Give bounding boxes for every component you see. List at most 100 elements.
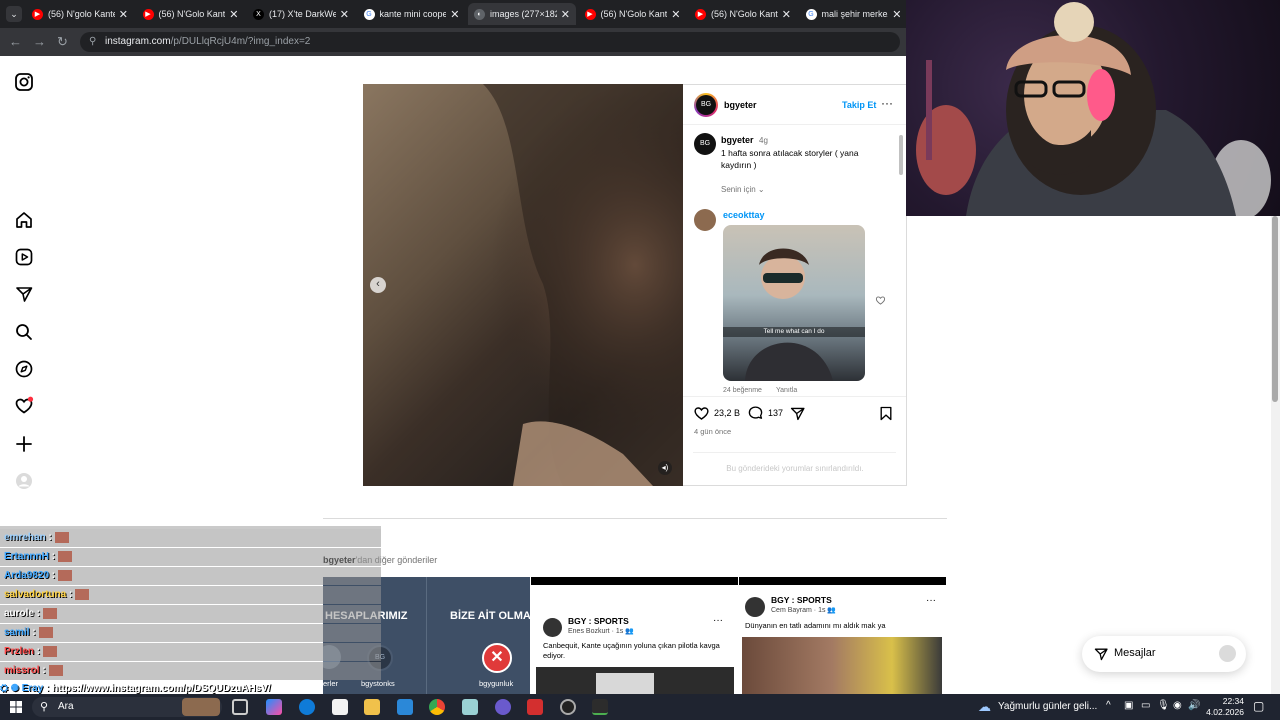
- explore-icon[interactable]: [14, 359, 34, 379]
- taskbar-time: 22:34: [1222, 696, 1244, 706]
- comment-icon[interactable]: [747, 405, 764, 422]
- forward-button[interactable]: →: [33, 34, 46, 50]
- audio-toggle-icon[interactable]: ◂): [658, 461, 672, 475]
- tile2-meta: Enes Bozkurt · 1s 👥: [568, 628, 634, 635]
- edge-icon[interactable]: [299, 699, 315, 715]
- share-icon[interactable]: [789, 405, 806, 422]
- search-icon[interactable]: [14, 322, 34, 342]
- more-options-icon[interactable]: ···: [881, 96, 893, 110]
- chat-emote-icon: [43, 645, 58, 657]
- comment-likes[interactable]: 24 beğenme: [723, 387, 762, 394]
- browser-tab-bar: ⌄ ▶ (56) N'golo Kante ✕ ▶ (56) N'Golo Kante ✕…: [0, 0, 906, 28]
- tile2-author: Enes Bozkurt: [568, 628, 610, 635]
- author-username[interactable]: bgyeter: [724, 100, 757, 110]
- close-tab-icon[interactable]: ✕: [671, 8, 680, 21]
- terminal-icon[interactable]: [592, 699, 608, 715]
- browser-tab[interactable]: ▶ (56) N'Golo Kante ✕: [137, 3, 245, 25]
- page-scrollbar-thumb[interactable]: [1272, 216, 1278, 402]
- task-view-icon[interactable]: [232, 699, 248, 715]
- comments-count[interactable]: 137: [768, 408, 783, 418]
- author-avatar[interactable]: BG: [694, 93, 718, 117]
- close-tab-icon[interactable]: ✕: [561, 8, 570, 21]
- profile-avatar-icon[interactable]: [14, 471, 34, 491]
- direct-messages-icon[interactable]: [14, 284, 34, 304]
- more-post-tile-2[interactable]: BGY : SPORTS Enes Bozkurt · 1s 👥 ··· Can…: [531, 577, 738, 694]
- address-bar[interactable]: ⚲ instagram.com/p/DULlqRcjU4m/?img_index…: [80, 32, 900, 52]
- post-image-carousel[interactable]: ‹ ◂): [363, 84, 683, 486]
- browser-tab[interactable]: ▶ (56) N'golo Kante ✕: [26, 3, 134, 25]
- copilot-icon[interactable]: [266, 699, 282, 715]
- browser-tab[interactable]: ▶ (56) N'Golo Kante ✕: [579, 3, 687, 25]
- chat-emote-icon: [48, 664, 63, 676]
- commenter-avatar[interactable]: [694, 209, 716, 231]
- weather-icon[interactable]: ☁: [978, 699, 991, 715]
- chat-username: samil: [4, 627, 30, 638]
- chrome-icon[interactable]: [429, 699, 445, 715]
- close-tab-icon[interactable]: ✕: [340, 8, 349, 21]
- browser-tab-title: (56) N'Golo Kante: [600, 9, 668, 19]
- close-tab-icon[interactable]: ✕: [229, 8, 238, 21]
- messages-button[interactable]: Mesajlar: [1082, 636, 1246, 672]
- messages-label: Mesajlar: [1114, 647, 1156, 659]
- chat-separator: :: [66, 589, 73, 600]
- reply-button[interactable]: Yanıtla: [776, 387, 797, 394]
- create-plus-icon[interactable]: [14, 434, 34, 454]
- browser-tab[interactable]: X (17) X'te DarkWe ✕: [247, 3, 355, 25]
- messages-avatar: [1219, 645, 1236, 662]
- browser-tab[interactable]: Gkante mini coope ✕: [358, 3, 466, 25]
- taskbar-clock[interactable]: 22:34 4.02.2026: [1200, 696, 1244, 718]
- chat-separator: :: [45, 532, 52, 543]
- reels-icon[interactable]: [14, 247, 34, 267]
- close-tab-icon[interactable]: ✕: [119, 8, 128, 21]
- chat-message: missrol :: [0, 662, 381, 680]
- caption-username[interactable]: bgyeter: [721, 135, 754, 145]
- notepad-icon[interactable]: [462, 699, 478, 715]
- store-icon[interactable]: [332, 699, 348, 715]
- chat-emote-icon: [58, 550, 73, 562]
- close-tab-icon[interactable]: ✕: [450, 8, 459, 21]
- instagram-logo-icon[interactable]: [14, 72, 34, 92]
- clock-app-icon[interactable]: [560, 699, 576, 715]
- browser-tab[interactable]: Gmali şehir merkez ✕: [800, 3, 908, 25]
- tray-meet-icon[interactable]: ▭: [1141, 700, 1150, 711]
- save-bookmark-icon[interactable]: [878, 405, 894, 422]
- obs-icon[interactable]: [495, 699, 511, 715]
- comments-scrollbar[interactable]: [899, 129, 904, 389]
- browser-tab[interactable]: ◐ images (277×182) ✕: [468, 3, 576, 25]
- carousel-prev-button[interactable]: ‹: [370, 277, 386, 293]
- browser-tab[interactable]: ▶ (56) N'Golo Kante ✕: [689, 3, 797, 25]
- likes-count[interactable]: 23,2 B: [714, 408, 740, 418]
- tray-overflow-icon[interactable]: ^: [1106, 700, 1111, 711]
- caption-avatar[interactable]: BG: [694, 133, 716, 155]
- windows-start-icon[interactable]: [10, 701, 22, 713]
- volume-icon[interactable]: 🔊: [1188, 700, 1200, 711]
- weather-text[interactable]: Yağmurlu günler geli...: [998, 701, 1097, 712]
- site-info-icon[interactable]: ⚲: [89, 32, 96, 52]
- taskbar-search-box[interactable]: ⚲ Ara: [32, 697, 222, 717]
- for-you-dropdown[interactable]: Senin için ⌄: [721, 185, 765, 194]
- follow-button[interactable]: Takip Et: [842, 100, 876, 110]
- tab-search-button[interactable]: ⌄: [6, 6, 22, 22]
- like-icon[interactable]: [693, 405, 710, 422]
- commenter-username[interactable]: eceokttay: [723, 210, 765, 220]
- reload-button[interactable]: ↻: [57, 34, 68, 50]
- comment-like-icon[interactable]: [875, 295, 886, 306]
- notification-center-icon[interactable]: ▢: [1253, 699, 1264, 713]
- more-post-tile-3[interactable]: BGY : SPORTS Cem Bayram · 1s 👥 ··· Dünya…: [739, 577, 946, 694]
- back-button[interactable]: ←: [9, 34, 22, 50]
- tray-app-icon[interactable]: ▣: [1124, 700, 1133, 711]
- media-app-icon[interactable]: [527, 699, 543, 715]
- tile3-age: 1s: [818, 607, 826, 614]
- page-scrollbar[interactable]: [1271, 216, 1280, 694]
- file-explorer-icon[interactable]: [364, 699, 380, 715]
- close-tab-icon[interactable]: ✕: [892, 8, 901, 21]
- network-icon[interactable]: ◉: [1173, 700, 1182, 711]
- tile3-photo: [742, 637, 942, 694]
- microphone-icon[interactable]: 🎙: [1157, 700, 1170, 711]
- home-icon[interactable]: [14, 210, 34, 230]
- notifications-heart-icon[interactable]: [14, 396, 34, 416]
- outlook-icon[interactable]: [397, 699, 413, 715]
- close-tab-icon[interactable]: ✕: [782, 8, 791, 21]
- chat-separator: :: [49, 570, 56, 581]
- comment-image[interactable]: Tell me what can I do: [723, 225, 865, 381]
